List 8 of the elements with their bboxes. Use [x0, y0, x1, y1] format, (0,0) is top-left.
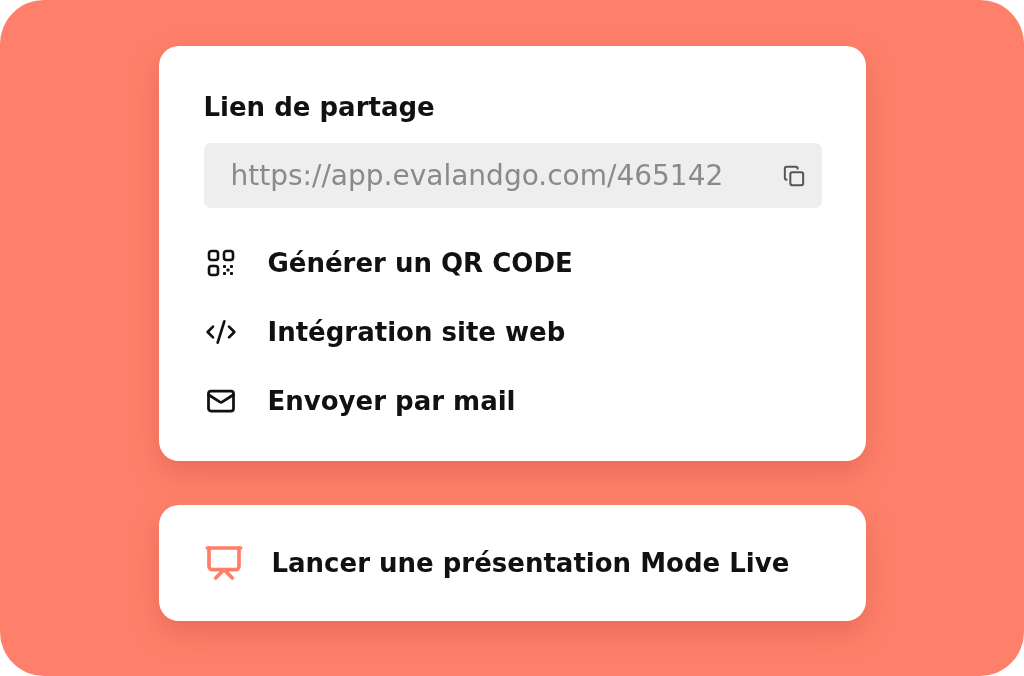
share-option[interactable]: Intégration site web — [203, 297, 566, 366]
presentation-board-icon — [203, 543, 244, 583]
copy-icon[interactable] — [782, 164, 805, 187]
share-option[interactable]: Générer un QR CODE — [203, 228, 573, 297]
qr-code-icon — [206, 248, 235, 277]
live-presentation-button[interactable]: Lancer une présentation Mode Live — [158, 505, 866, 621]
share-option[interactable]: Envoyer par mail — [203, 366, 516, 435]
share-title: Lien de partage — [203, 92, 436, 122]
